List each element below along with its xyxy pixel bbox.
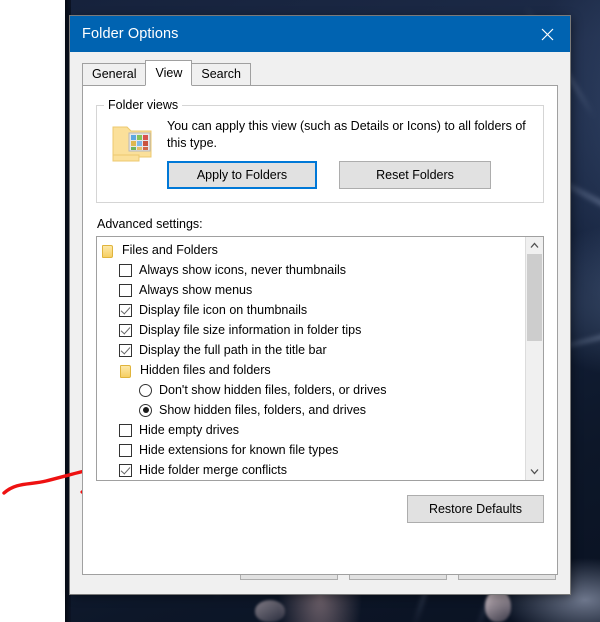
list-item-label: Files and Folders <box>122 243 218 257</box>
list-item-label: Always show icons, never thumbnails <box>139 263 347 277</box>
tab-view[interactable]: View <box>145 60 193 86</box>
tab-general[interactable]: General <box>82 63 147 85</box>
folder-views-description: You can apply this view (such as Details… <box>167 119 526 150</box>
list-item[interactable]: Files and Folders <box>97 240 525 260</box>
list-item-label: Hide extensions for known file types <box>139 443 339 457</box>
checkbox-icon[interactable] <box>119 343 132 357</box>
checkbox-icon[interactable] <box>119 283 132 297</box>
list-item-label: Display file icon on thumbnails <box>139 303 308 317</box>
radio-icon[interactable] <box>139 403 152 417</box>
list-item[interactable]: Always show menus <box>97 280 525 300</box>
list-item-label: Always show menus <box>139 283 253 297</box>
chevron-down-icon[interactable] <box>526 463 543 480</box>
list-item[interactable]: Display file icon on thumbnails <box>97 300 525 320</box>
folder-views-legend: Folder views <box>104 98 183 112</box>
wallpaper-petal <box>255 600 285 622</box>
list-item[interactable]: Hidden files and folders <box>97 360 525 380</box>
reset-folders-button[interactable]: Reset Folders <box>339 161 491 189</box>
close-icon[interactable] <box>524 16 570 52</box>
advanced-settings-label: Advanced settings: <box>97 217 203 231</box>
list-item-label: Don't show hidden files, folders, or dri… <box>159 383 387 397</box>
list-item-label: Hide empty drives <box>139 423 240 437</box>
list-item[interactable]: Hide empty drives <box>97 420 525 440</box>
checkbox-icon[interactable] <box>119 303 132 317</box>
folder-views-icon <box>109 118 167 165</box>
chevron-up-icon[interactable] <box>526 237 543 254</box>
scrollbar-thumb[interactable] <box>527 254 542 341</box>
folder-options-dialog: Folder Options General View Search Folde… <box>70 16 570 594</box>
wallpaper-petal <box>485 590 511 622</box>
restore-defaults-button[interactable]: Restore Defaults <box>407 495 544 523</box>
checkbox-icon[interactable] <box>119 423 132 437</box>
radio-icon[interactable] <box>139 383 152 397</box>
list-item-label: Show hidden files, folders, and drives <box>159 403 367 417</box>
list-item-label: Display the full path in the title bar <box>139 343 327 357</box>
advanced-settings-rows: Files and Folders Always show icons, nev… <box>97 237 525 480</box>
list-item[interactable]: Hide extensions for known file types <box>97 440 525 460</box>
list-item[interactable]: Don't show hidden files, folders, or dri… <box>97 380 525 400</box>
checkbox-icon[interactable] <box>119 443 132 457</box>
list-item-label: Display file size information in folder … <box>139 323 362 337</box>
checkbox-icon[interactable] <box>119 263 132 277</box>
screen: Folder Options General View Search Folde… <box>0 0 600 622</box>
title-bar: Folder Options <box>70 16 570 52</box>
scrollbar-track[interactable] <box>526 254 543 463</box>
advanced-settings-list: Files and Folders Always show icons, nev… <box>96 236 544 481</box>
view-tab-panel: Folder views You can apply this view (su… <box>82 85 558 575</box>
folder-views-group: Folder views You can apply this view (su… <box>96 98 544 203</box>
tab-strip: General View Search <box>82 60 570 86</box>
list-item[interactable]: Always show icons, never thumbnails <box>97 260 525 280</box>
folder-icon <box>119 364 132 378</box>
checkbox-icon[interactable] <box>119 463 132 477</box>
list-item[interactable]: Show hidden files, folders, and drives <box>97 400 525 420</box>
restore-defaults-row: Restore Defaults <box>96 495 544 523</box>
list-item-label: Hide folder merge conflicts <box>139 463 287 477</box>
window-title: Folder Options <box>82 26 179 42</box>
list-scrollbar[interactable] <box>525 237 543 480</box>
list-item[interactable]: Display file size information in folder … <box>97 320 525 340</box>
tab-search[interactable]: Search <box>191 63 251 85</box>
folder-icon <box>101 244 114 258</box>
checkbox-icon[interactable] <box>119 323 132 337</box>
list-item[interactable]: Display the full path in the title bar <box>97 340 525 360</box>
list-item-label: Hidden files and folders <box>140 363 271 377</box>
list-item[interactable]: Hide folder merge conflicts <box>97 460 525 480</box>
apply-to-folders-button[interactable]: Apply to Folders <box>167 161 317 189</box>
